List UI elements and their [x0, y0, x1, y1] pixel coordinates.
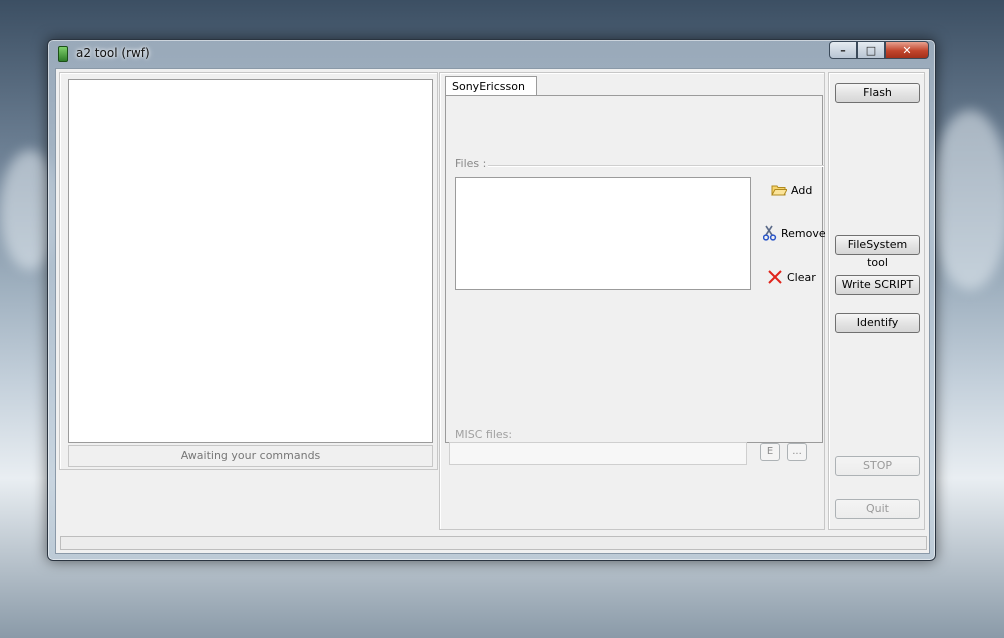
- log-output[interactable]: [68, 79, 433, 443]
- remove-label: Remove: [781, 226, 826, 240]
- scissors-icon: [763, 225, 777, 241]
- files-list[interactable]: [455, 177, 751, 290]
- remove-button[interactable]: Remove: [763, 225, 826, 241]
- log-panel: Awaiting your commands: [59, 72, 438, 470]
- close-icon: ✕: [902, 43, 912, 57]
- misc-files-label: MISC files:: [455, 428, 513, 441]
- app-window: a2 tool (rwf) – □ ✕ Awaiting your comman…: [47, 39, 936, 561]
- folder-open-icon: [771, 185, 787, 196]
- window-client: Awaiting your commands SonyEricsson A2 F…: [55, 68, 930, 554]
- window-title: a2 tool (rwf): [76, 46, 150, 60]
- identify-button[interactable]: Identify: [835, 313, 920, 333]
- app-icon: [58, 46, 68, 62]
- title-bar[interactable]: a2 tool (rwf) – □ ✕: [48, 40, 935, 68]
- misc-browse-button[interactable]: ...: [787, 443, 807, 461]
- add-button[interactable]: Add: [771, 183, 812, 197]
- red-x-icon: [768, 270, 782, 284]
- stop-button[interactable]: STOP: [835, 456, 920, 476]
- background-cloud: [930, 110, 1004, 290]
- clear-label: Clear: [787, 270, 816, 284]
- close-button[interactable]: ✕: [885, 41, 929, 59]
- misc-e-button[interactable]: E: [760, 443, 780, 461]
- status-bar: [60, 536, 927, 550]
- filesystem-tool-button[interactable]: FileSystem tool: [835, 235, 920, 269]
- actions-panel: Flash FileSystem tool Write SCRIPT Ident…: [828, 72, 925, 530]
- quit-button[interactable]: Quit: [835, 499, 920, 519]
- flash-button[interactable]: Flash: [835, 83, 920, 103]
- minimize-button[interactable]: –: [829, 41, 857, 59]
- maximize-button[interactable]: □: [857, 41, 885, 59]
- misc-files-input[interactable]: [449, 442, 747, 465]
- files-group-label: Files :: [455, 157, 487, 170]
- add-label: Add: [791, 183, 813, 197]
- minimize-icon: –: [840, 43, 846, 57]
- tab-panel: SonyEricsson A2 Files : Add: [439, 72, 826, 530]
- status-message: Awaiting your commands: [68, 445, 433, 467]
- clear-button[interactable]: Clear: [767, 269, 816, 285]
- files-group-divider: [488, 165, 824, 167]
- write-script-button[interactable]: Write SCRIPT: [835, 275, 920, 295]
- caption-buttons: – □ ✕: [829, 41, 929, 59]
- tab-page: Files : Add Remove Clear MISC files:: [445, 95, 826, 443]
- maximize-icon: □: [865, 43, 877, 57]
- tab-sonyericsson-a2[interactable]: SonyEricsson A2: [445, 76, 537, 113]
